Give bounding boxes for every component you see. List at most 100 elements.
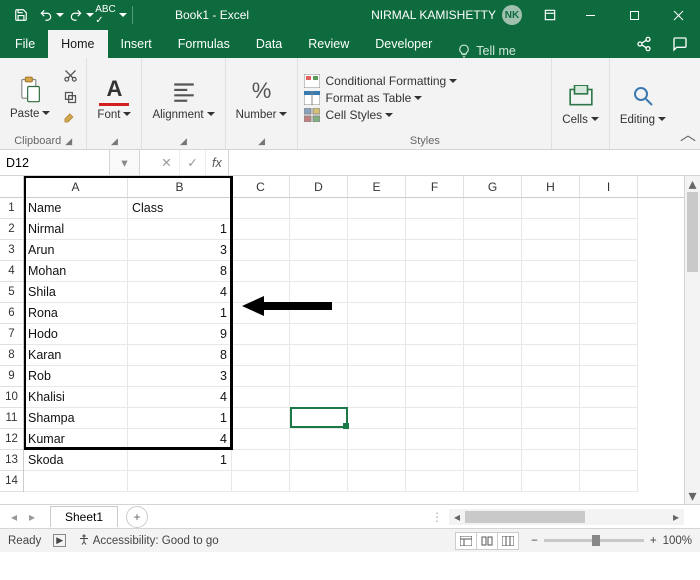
cell[interactable]: Shila (24, 282, 128, 303)
cell[interactable] (464, 408, 522, 429)
cell[interactable] (464, 261, 522, 282)
cell[interactable] (522, 408, 580, 429)
cell[interactable] (348, 240, 406, 261)
cell[interactable] (232, 240, 290, 261)
cell[interactable] (464, 387, 522, 408)
scroll-right-icon[interactable]: ▸ (668, 510, 684, 524)
cell[interactable] (522, 429, 580, 450)
cell[interactable] (232, 471, 290, 492)
cell[interactable] (464, 471, 522, 492)
zoom-in-icon[interactable]: + (650, 535, 657, 547)
cell[interactable]: 4 (128, 282, 232, 303)
cell[interactable] (290, 429, 348, 450)
column-header[interactable]: E (348, 176, 406, 197)
sheet-prev-icon[interactable]: ◂ (6, 510, 22, 524)
cell[interactable] (232, 366, 290, 387)
cell[interactable] (406, 198, 464, 219)
cell[interactable] (522, 345, 580, 366)
hscroll-thumb[interactable] (465, 511, 585, 523)
user-account[interactable]: NIRMAL KAMISHETTY NK (371, 5, 522, 25)
cell[interactable] (522, 240, 580, 261)
cell[interactable] (290, 282, 348, 303)
share-icon[interactable] (626, 30, 662, 58)
column-header[interactable]: B (128, 176, 232, 197)
row-header[interactable]: 12 (0, 429, 23, 450)
cell[interactable]: Shampa (24, 408, 128, 429)
row-header[interactable]: 8 (0, 345, 23, 366)
conditional-formatting-button[interactable]: Conditional Formatting (304, 74, 457, 88)
cell[interactable] (580, 366, 638, 387)
row-header[interactable]: 11 (0, 408, 23, 429)
scroll-up-icon[interactable]: ▴ (685, 176, 700, 192)
vertical-scrollbar[interactable]: ▴ ▾ (684, 176, 700, 504)
row-header[interactable]: 9 (0, 366, 23, 387)
minimize-button[interactable] (568, 0, 612, 30)
enter-formula-icon[interactable]: ✓ (180, 150, 206, 175)
new-sheet-button[interactable]: + (126, 506, 148, 528)
undo-icon[interactable] (38, 2, 64, 28)
cell[interactable] (406, 387, 464, 408)
page-layout-view-icon[interactable] (476, 532, 498, 550)
cell[interactable] (406, 450, 464, 471)
maximize-button[interactable] (612, 0, 656, 30)
cell[interactable] (348, 198, 406, 219)
cell[interactable]: Kumar (24, 429, 128, 450)
cell[interactable]: 4 (128, 387, 232, 408)
cell[interactable] (290, 198, 348, 219)
cell[interactable] (406, 282, 464, 303)
hscroll-track[interactable] (465, 509, 668, 525)
cell[interactable] (464, 198, 522, 219)
cells-area[interactable]: NameClassNirmal1Arun3Mohan8Shila4Rona1Ho… (24, 198, 684, 492)
cell[interactable] (348, 450, 406, 471)
cell[interactable] (522, 387, 580, 408)
cell[interactable] (580, 240, 638, 261)
cell[interactable]: Rob (24, 366, 128, 387)
cell[interactable] (464, 303, 522, 324)
cell[interactable] (290, 366, 348, 387)
cell[interactable]: 4 (128, 429, 232, 450)
cell[interactable] (580, 303, 638, 324)
cell[interactable] (464, 450, 522, 471)
cell[interactable] (290, 324, 348, 345)
horizontal-scrollbar[interactable]: ◂ ▸ (449, 509, 684, 525)
insert-function-button[interactable]: fx (206, 150, 229, 175)
cell[interactable] (522, 198, 580, 219)
formula-bar[interactable] (229, 150, 700, 175)
cell[interactable] (290, 240, 348, 261)
cell[interactable]: Skoda (24, 450, 128, 471)
row-header[interactable]: 7 (0, 324, 23, 345)
cell[interactable] (232, 408, 290, 429)
cell[interactable] (232, 450, 290, 471)
zoom-slider[interactable] (544, 539, 644, 542)
tab-review[interactable]: Review (295, 30, 362, 58)
cell[interactable] (348, 345, 406, 366)
accessibility-status[interactable]: Accessibility: Good to go (78, 534, 218, 547)
format-painter-icon[interactable] (60, 110, 80, 130)
cell[interactable] (406, 324, 464, 345)
cell[interactable]: 8 (128, 261, 232, 282)
name-box-dropdown-icon[interactable]: ▾ (110, 150, 140, 175)
row-header[interactable]: 5 (0, 282, 23, 303)
cell[interactable] (406, 408, 464, 429)
comments-icon[interactable] (662, 30, 698, 58)
cell[interactable] (232, 198, 290, 219)
save-icon[interactable] (8, 2, 34, 28)
cell[interactable] (232, 429, 290, 450)
cells-button[interactable]: Cells (558, 81, 603, 126)
cell[interactable]: Khalisi (24, 387, 128, 408)
cell[interactable] (290, 450, 348, 471)
cell[interactable] (232, 387, 290, 408)
cell-styles-button[interactable]: Cell Styles (304, 108, 457, 122)
zoom-slider-knob[interactable] (592, 535, 600, 546)
tell-me-search[interactable]: Tell me (445, 44, 528, 58)
page-break-view-icon[interactable] (497, 532, 519, 550)
ribbon-display-options-icon[interactable] (532, 8, 568, 22)
cell[interactable] (348, 429, 406, 450)
tab-formulas[interactable]: Formulas (165, 30, 243, 58)
column-header[interactable]: A (24, 176, 128, 197)
cell[interactable]: Karan (24, 345, 128, 366)
editing-button[interactable]: Editing (616, 81, 670, 126)
cell[interactable] (406, 345, 464, 366)
cell[interactable]: 9 (128, 324, 232, 345)
cell[interactable] (464, 219, 522, 240)
